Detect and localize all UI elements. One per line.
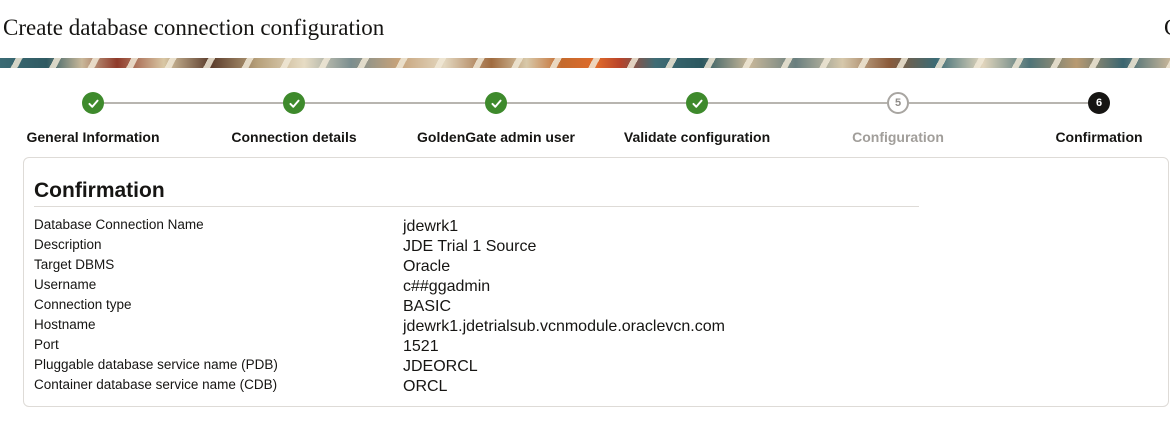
- summary-row-hostname: Hostname jdewrk1.jdetrialsub.vcnmodule.o…: [34, 317, 934, 337]
- check-icon: [288, 99, 300, 108]
- step-connector: [506, 102, 686, 104]
- confirmation-heading: Confirmation: [34, 179, 165, 202]
- summary-value: JDE Trial 1 Source: [403, 238, 537, 255]
- step-connector: [909, 102, 1088, 104]
- check-icon: [87, 99, 99, 108]
- summary-value: BASIC: [403, 298, 452, 315]
- summary-label: Description: [34, 237, 102, 252]
- summary-label: Target DBMS: [34, 257, 115, 272]
- step-label-general-information[interactable]: General Information: [26, 129, 159, 145]
- summary-label: Database Connection Name: [34, 217, 204, 232]
- decorative-banner: [0, 58, 1170, 68]
- summary-label: Connection type: [34, 297, 132, 312]
- step-label-connection-details[interactable]: Connection details: [231, 129, 356, 145]
- summary-row-connection-name: Database Connection Name jdewrk1: [34, 217, 934, 237]
- step-number: 5: [894, 97, 902, 109]
- step-connector: [305, 102, 485, 104]
- step-number: 6: [1095, 97, 1103, 109]
- summary-label: Hostname: [34, 317, 96, 332]
- step-connector: [103, 102, 284, 104]
- summary-label: Port: [34, 337, 59, 352]
- step-5-pending-indicator[interactable]: 5: [887, 92, 909, 114]
- summary-value: jdewrk1: [403, 218, 459, 235]
- summary-label: Username: [34, 277, 97, 292]
- step-4-complete-indicator[interactable]: [686, 92, 708, 114]
- page-title: Create database connection configuration: [3, 15, 385, 40]
- summary-value: JDEORCL: [403, 358, 478, 375]
- step-label-confirmation: Confirmation: [1055, 129, 1143, 145]
- summary-label: Pluggable database service name (PDB): [34, 357, 278, 372]
- summary-row-target-dbms: Target DBMS Oracle: [34, 257, 934, 277]
- step-2-complete-indicator[interactable]: [283, 92, 305, 114]
- summary-row-pdb-service-name: Pluggable database service name (PDB) JD…: [34, 357, 934, 377]
- summary-row-description: Description JDE Trial 1 Source: [34, 237, 934, 257]
- step-label-configuration: Configuration: [852, 129, 944, 145]
- title-bar: Create database connection configuration…: [0, 0, 1170, 58]
- step-connector: [707, 102, 887, 104]
- summary-value: Oracle: [403, 258, 451, 275]
- summary-row-cdb-service-name: Container database service name (CDB) OR…: [34, 377, 934, 397]
- confirmation-panel: Confirmation Database Connection Name jd…: [23, 157, 1169, 407]
- summary-value: jdewrk1.jdetrialsub.vcnmodule.oraclevcn.…: [403, 318, 725, 335]
- step-3-complete-indicator[interactable]: [485, 92, 507, 114]
- step-label-validate-configuration[interactable]: Validate configuration: [624, 129, 770, 145]
- check-icon: [691, 99, 703, 108]
- step-6-current-indicator[interactable]: 6: [1088, 92, 1110, 114]
- summary-row-port: Port 1521: [34, 337, 934, 357]
- summary-value: c##ggadmin: [403, 278, 491, 295]
- page-title-overflow: C: [1164, 15, 1170, 41]
- summary-value: ORCL: [403, 378, 448, 395]
- summary-value: 1521: [403, 338, 439, 355]
- confirmation-summary-list: Database Connection Name jdewrk1 Descrip…: [34, 217, 934, 397]
- step-1-complete-indicator[interactable]: [82, 92, 104, 114]
- summary-label: Container database service name (CDB): [34, 377, 278, 392]
- heading-divider: [34, 206, 919, 207]
- step-label-goldengate-admin-user[interactable]: GoldenGate admin user: [417, 129, 575, 145]
- summary-row-connection-type: Connection type BASIC: [34, 297, 934, 317]
- summary-row-username: Username c##ggadmin: [34, 277, 934, 297]
- check-icon: [490, 99, 502, 108]
